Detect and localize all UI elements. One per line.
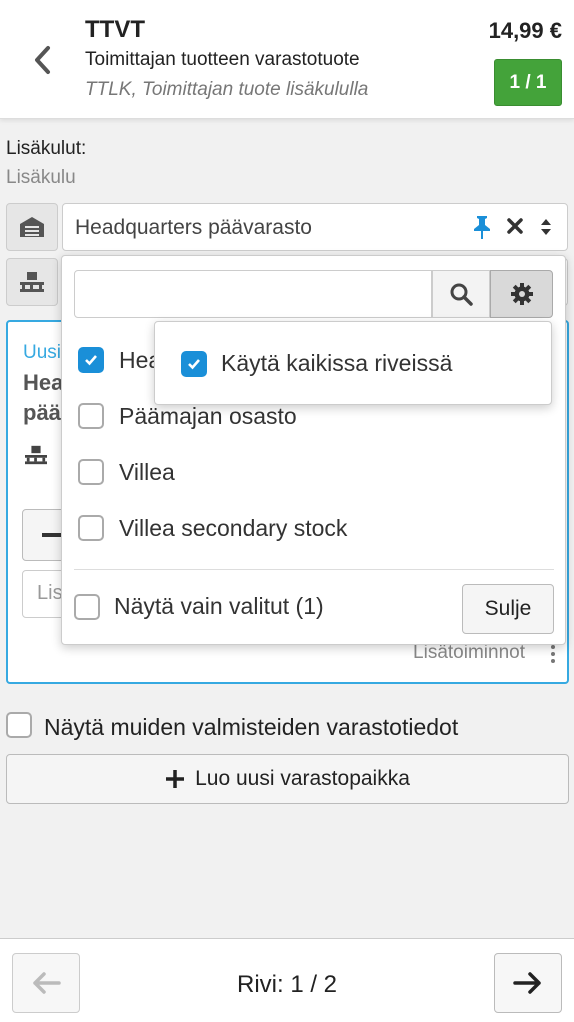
pallet-icon xyxy=(23,444,49,471)
show-selected-only[interactable]: Näytä vain valitut (1) xyxy=(74,593,324,620)
warehouse-option[interactable]: Villea secondary stock xyxy=(78,511,347,545)
pin-icon[interactable] xyxy=(471,214,493,240)
warehouse-icon xyxy=(6,203,58,251)
quantity-badge[interactable]: 1 / 1 xyxy=(494,59,562,106)
header: TTVT Toimittajan tuotteen varastotuote T… xyxy=(0,0,574,119)
warehouse-dropdown: Hea Päämajan osasto Villea Villea second… xyxy=(61,255,566,645)
new-location-button[interactable]: Luo uusi varastopaikka xyxy=(6,754,569,804)
show-other-label: Näytä muiden valmisteiden varastotiedot xyxy=(44,714,459,740)
plus-icon xyxy=(166,770,185,788)
warehouse-option-label: Päämajan osasto xyxy=(119,402,297,429)
price: 14,99 € xyxy=(488,18,562,43)
close-icon[interactable] xyxy=(505,216,525,236)
dropdown-search-input[interactable] xyxy=(74,270,432,318)
arrow-right-icon xyxy=(513,972,541,994)
product-details: TTLK, Toimittajan tuote lisäkululla xyxy=(85,79,369,100)
footer: Rivi: 1 / 2 xyxy=(0,938,574,1022)
apply-all-rows-option[interactable]: Käytä kaikissa riveissä xyxy=(181,350,452,377)
show-selected-label: Näytä vain valitut (1) xyxy=(114,593,324,619)
sort-icon[interactable] xyxy=(539,216,553,238)
show-selected-checkbox[interactable] xyxy=(74,593,100,620)
checkbox[interactable] xyxy=(78,459,104,485)
checkbox[interactable] xyxy=(78,403,104,429)
divider xyxy=(74,569,554,570)
check-icon xyxy=(85,355,97,366)
warehouse-option[interactable]: Villea xyxy=(78,455,175,489)
apply-all-rows-label: Käytä kaikissa riveissä xyxy=(221,350,453,376)
minus-icon xyxy=(42,533,62,537)
search-icon xyxy=(450,283,473,306)
check-icon xyxy=(188,358,200,369)
checkbox-checked[interactable] xyxy=(78,347,104,373)
gear-icon xyxy=(510,283,533,305)
search-button[interactable] xyxy=(432,270,490,318)
back-button[interactable] xyxy=(26,42,58,78)
close-button[interactable]: Sulje xyxy=(462,584,554,634)
settings-popover: Käytä kaikissa riveissä xyxy=(154,321,552,405)
kebab-icon[interactable] xyxy=(547,644,559,664)
pallet-icon xyxy=(6,258,58,306)
warehouse-select-value: Headquarters päävarasto xyxy=(75,216,312,239)
new-location-label: Luo uusi varastopaikka xyxy=(195,767,410,790)
show-other-checkbox[interactable] xyxy=(6,712,32,738)
extras-value: Lisäkulu xyxy=(6,167,76,188)
more-actions-label[interactable]: Lisätoiminnot xyxy=(413,642,525,664)
product-code: TTVT xyxy=(85,16,145,43)
new-tag: Uusi xyxy=(23,342,62,363)
warehouse-option[interactable]: Hea xyxy=(78,343,161,377)
next-button[interactable] xyxy=(494,953,562,1013)
warehouse-option-label: Villea secondary stock xyxy=(119,514,348,541)
checkbox[interactable] xyxy=(78,515,104,541)
warehouse-row: Headquarters päävarasto xyxy=(6,203,568,251)
chevron-left-icon xyxy=(35,46,50,74)
warehouse-select[interactable]: Headquarters päävarasto xyxy=(62,203,568,251)
settings-button[interactable] xyxy=(490,270,553,318)
warehouse-option-label: Villea xyxy=(119,458,175,485)
apply-all-rows-checkbox[interactable] xyxy=(181,350,207,377)
product-name: Toimittajan tuotteen varastotuote xyxy=(85,49,360,70)
row-indicator: Rivi: 1 / 2 xyxy=(236,971,338,998)
extras-label: Lisäkulut: xyxy=(6,138,87,159)
